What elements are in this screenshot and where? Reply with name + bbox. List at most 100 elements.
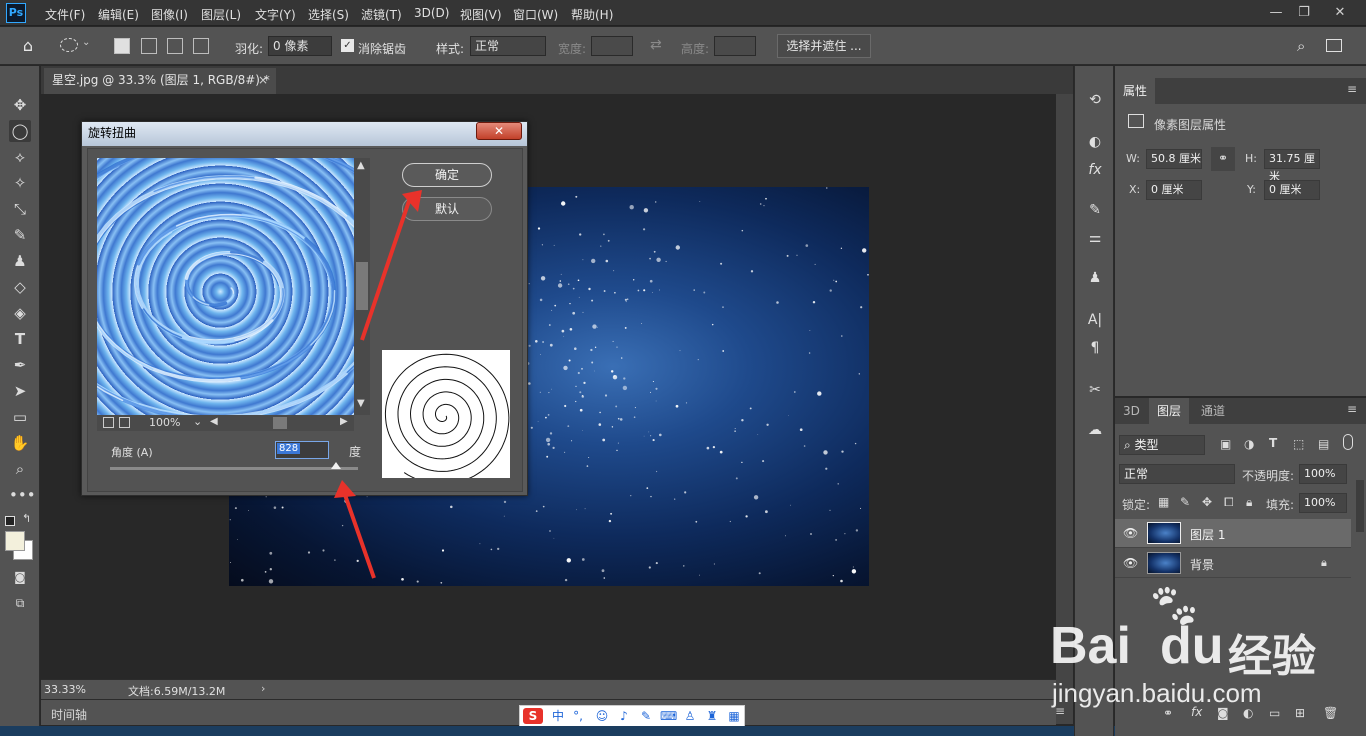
handwrite-icon[interactable]: ✎: [638, 708, 654, 724]
filter-toggle-icon[interactable]: [1343, 434, 1353, 450]
menu-window[interactable]: 窗口(W): [513, 6, 558, 23]
libraries-icon[interactable]: ☁: [1085, 420, 1105, 440]
x-field[interactable]: 0 厘米: [1146, 180, 1202, 200]
menu-3d[interactable]: 3D(D): [414, 6, 449, 20]
lock-position-icon[interactable]: ✥: [1202, 495, 1212, 509]
document-tab[interactable]: 星空.jpg @ 33.3% (图层 1, RGB/8#) * ×: [44, 68, 276, 94]
dialog-close-button[interactable]: ✕: [476, 122, 522, 140]
magic-wand-tool-icon[interactable]: ✧: [9, 172, 31, 194]
hscroll-thumb[interactable]: [273, 417, 287, 429]
antialias-checkbox[interactable]: ✓: [341, 39, 354, 52]
scroll-left-icon[interactable]: ◀: [210, 416, 218, 427]
menu-edit[interactable]: 编辑(E): [98, 6, 139, 23]
preview-zoom-select[interactable]: 100%: [149, 416, 180, 429]
layer-row[interactable]: 👁︎ 背景 🔒︎: [1115, 549, 1351, 578]
tools-icon[interactable]: ✂: [1085, 380, 1105, 400]
style-select[interactable]: 正常: [470, 36, 546, 56]
styles-icon[interactable]: fx: [1085, 160, 1105, 180]
lock-pixels-icon[interactable]: ✎: [1180, 495, 1190, 509]
menu-filter[interactable]: 滤镜(T): [361, 6, 402, 23]
subtract-selection-icon[interactable]: [167, 38, 183, 54]
hand-tool-icon[interactable]: ✋: [9, 432, 31, 454]
stamp-tool-icon[interactable]: ♟: [9, 250, 31, 272]
menu-select[interactable]: 选择(S): [308, 6, 349, 23]
link-icon[interactable]: ⚭: [1211, 147, 1235, 171]
height-field[interactable]: 31.75 厘米: [1264, 149, 1320, 183]
eraser-tool-icon[interactable]: ◇: [9, 276, 31, 298]
punctuation-icon[interactable]: °,: [570, 708, 586, 724]
more-tools-icon[interactable]: •••: [9, 484, 36, 506]
close-tab-icon[interactable]: ×: [258, 68, 268, 92]
sogou-logo-icon[interactable]: S: [523, 708, 543, 724]
timeline-label[interactable]: 时间轴: [51, 706, 87, 723]
swap-icon[interactable]: ⇄: [650, 37, 662, 53]
default-colors-icon[interactable]: [5, 516, 15, 526]
visibility-eye-icon[interactable]: 👁︎: [1123, 526, 1138, 540]
voice-icon[interactable]: ♪: [616, 708, 632, 724]
height-input[interactable]: [714, 36, 756, 56]
menu-file[interactable]: 文件(F): [45, 6, 85, 23]
chevron-right-icon[interactable]: ›: [261, 682, 265, 695]
type-tool-icon[interactable]: T: [9, 328, 31, 350]
user-icon[interactable]: ♙: [682, 708, 698, 724]
filter-type-icon[interactable]: T: [1269, 436, 1277, 450]
filter-shape-icon[interactable]: ⬚: [1293, 437, 1304, 451]
screen-mode-icon[interactable]: ⧉: [9, 592, 31, 614]
workspace-icon[interactable]: [1326, 39, 1342, 52]
blend-mode-select[interactable]: 正常: [1119, 464, 1235, 484]
lock-all-icon[interactable]: 🔒︎: [1246, 495, 1252, 510]
menu-view[interactable]: 视图(V): [460, 6, 502, 23]
select-and-mask-button[interactable]: 选择并遮住 ...: [777, 34, 871, 58]
layer-name[interactable]: 图层 1: [1190, 526, 1225, 543]
menu-layer[interactable]: 图层(L): [201, 6, 241, 23]
close-window-button[interactable]: ✕: [1326, 4, 1354, 22]
add-selection-icon[interactable]: [141, 38, 157, 54]
clone-source-icon[interactable]: ♟: [1085, 268, 1105, 288]
bucket-tool-icon[interactable]: ◈: [9, 302, 31, 324]
home-icon[interactable]: ⌂: [18, 36, 38, 56]
menu-help[interactable]: 帮助(H): [571, 6, 613, 23]
layer-name[interactable]: 背景: [1190, 556, 1214, 573]
tab-layers[interactable]: 图层: [1149, 398, 1190, 424]
intersect-selection-icon[interactable]: [193, 38, 209, 54]
zoom-in-icon[interactable]: [119, 417, 130, 428]
visibility-eye-icon[interactable]: 👁︎: [1123, 556, 1138, 570]
path-select-tool-icon[interactable]: ➤: [9, 380, 31, 402]
quick-mask-icon[interactable]: ◙: [9, 566, 31, 588]
lasso-tool-icon[interactable]: ⟡: [9, 146, 31, 168]
menu-type[interactable]: 文字(Y): [255, 6, 296, 23]
layer-filter-select[interactable]: ⌕ 类型: [1119, 435, 1205, 455]
tab-3d[interactable]: 3D: [1115, 398, 1148, 424]
panel-menu-icon[interactable]: ≡: [1347, 82, 1357, 96]
emoji-icon[interactable]: ☺: [594, 708, 610, 724]
filter-pixel-icon[interactable]: ▣: [1220, 437, 1231, 451]
foreground-color-swatch[interactable]: [5, 531, 25, 551]
lock-artboard-icon[interactable]: ⧠: [1224, 495, 1234, 510]
y-field[interactable]: 0 厘米: [1264, 180, 1320, 200]
skin-icon[interactable]: ♜: [704, 708, 720, 724]
pen-tool-icon[interactable]: ✒: [9, 354, 31, 376]
adjustments-icon[interactable]: ◐: [1085, 132, 1105, 152]
history-icon[interactable]: ⟲: [1085, 90, 1105, 110]
swap-colors-icon[interactable]: ↰: [22, 512, 31, 525]
zoom-out-icon[interactable]: [103, 417, 114, 428]
filter-preview[interactable]: [97, 158, 354, 415]
elliptical-marquee-icon[interactable]: [60, 38, 78, 52]
filter-adjust-icon[interactable]: ◑: [1244, 437, 1254, 451]
angle-slider-track[interactable]: [110, 462, 358, 470]
opacity-field[interactable]: 100%: [1299, 464, 1347, 484]
width-input[interactable]: [591, 36, 633, 56]
zoom-readout[interactable]: 33.33%: [44, 683, 86, 696]
restore-button[interactable]: ❐: [1290, 4, 1318, 22]
character-icon[interactable]: A|: [1085, 310, 1105, 330]
menu-image[interactable]: 图像(I): [151, 6, 188, 23]
eyedropper-tool-icon[interactable]: ⤡: [9, 198, 31, 220]
fill-field[interactable]: 100%: [1299, 493, 1347, 513]
chevron-down-icon[interactable]: ⌄: [82, 37, 90, 48]
filter-smart-icon[interactable]: ▤: [1318, 437, 1329, 451]
marquee-tool-icon[interactable]: ◯: [9, 120, 31, 142]
feather-input[interactable]: 0 像素: [268, 36, 332, 56]
chevron-down-icon[interactable]: ⌄: [193, 415, 202, 428]
tab-channels[interactable]: 通道: [1193, 398, 1233, 424]
layer-row[interactable]: 👁︎ 图层 1: [1115, 519, 1351, 548]
